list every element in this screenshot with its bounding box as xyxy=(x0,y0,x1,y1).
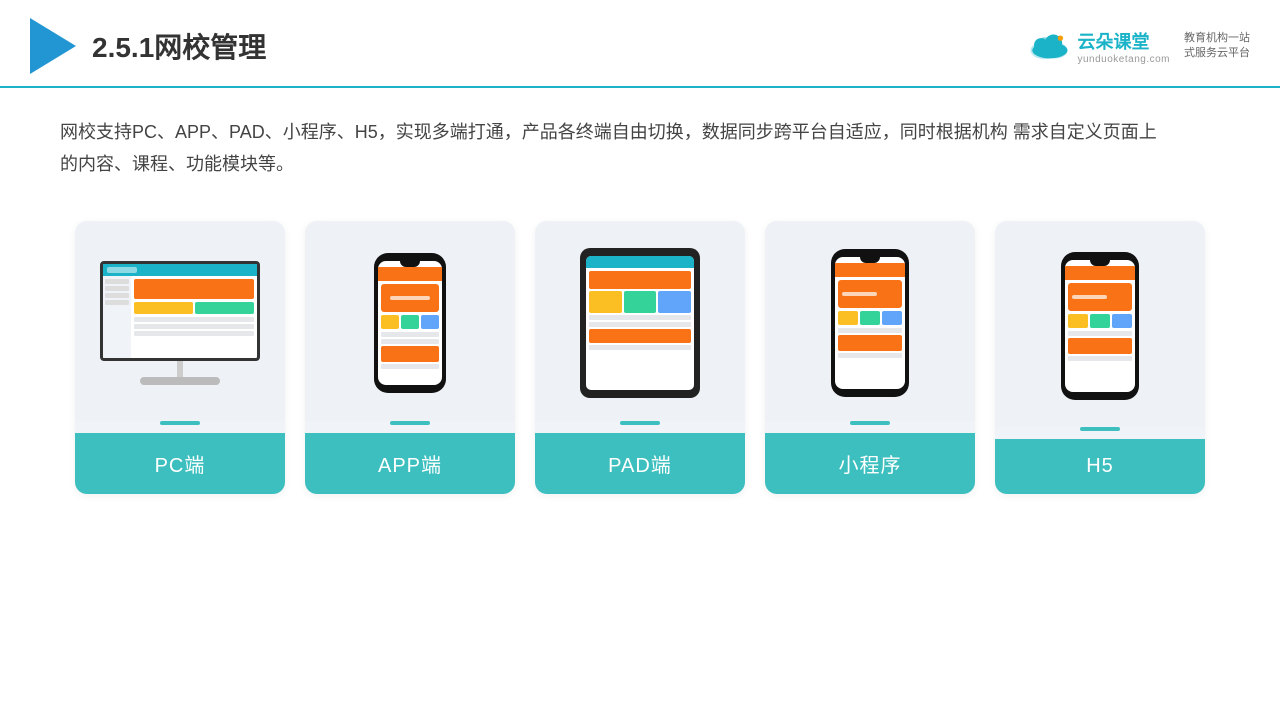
card-pad-image xyxy=(535,221,745,421)
h5-phone xyxy=(1061,252,1139,400)
logo-triangle-icon xyxy=(30,18,76,74)
page-title: 2.5.1网校管理 xyxy=(92,26,266,66)
card-pad: PAD端 xyxy=(535,221,745,494)
app-phone xyxy=(374,253,446,393)
card-app: APP端 xyxy=(305,221,515,494)
card-h5-bar xyxy=(1080,427,1120,431)
card-pc-label: PC端 xyxy=(75,433,285,494)
cloud-icon xyxy=(1027,31,1071,61)
card-app-label: APP端 xyxy=(305,433,515,494)
main-content: 网校支持PC、APP、PAD、小程序、H5，实现多端打通，产品各终端自由切换，数… xyxy=(0,88,1280,514)
card-pad-label: PAD端 xyxy=(535,433,745,494)
card-miniapp-bar xyxy=(850,421,890,425)
miniapp-phone xyxy=(831,249,909,397)
card-app-image xyxy=(305,221,515,421)
card-pc-bar xyxy=(160,421,200,425)
card-h5-label: H5 xyxy=(995,439,1205,494)
card-pc-image xyxy=(75,221,285,421)
card-miniapp-image xyxy=(765,221,975,421)
brand-logo: 云朵课堂 yunduoketang.com 教育机构一站 式服务云平台 xyxy=(1027,28,1250,65)
brand-name: 云朵课堂 xyxy=(1077,28,1170,54)
brand-slogan: 教育机构一站 式服务云平台 xyxy=(1184,31,1250,62)
pc-monitor xyxy=(100,261,260,385)
card-pad-bar xyxy=(620,421,660,425)
page-header: 2.5.1网校管理 云朵课堂 yunduoketang.com 教 xyxy=(0,0,1280,88)
cards-container: PC端 xyxy=(60,221,1220,494)
header-left: 2.5.1网校管理 xyxy=(30,18,266,74)
card-h5-image xyxy=(995,221,1205,427)
brand-url: yunduoketang.com xyxy=(1077,54,1170,65)
brand-text: 云朵课堂 yunduoketang.com xyxy=(1077,28,1170,65)
card-app-bar xyxy=(390,421,430,425)
card-h5: H5 xyxy=(995,221,1205,494)
header-right: 云朵课堂 yunduoketang.com 教育机构一站 式服务云平台 xyxy=(1027,28,1250,65)
card-pc: PC端 xyxy=(75,221,285,494)
description-text: 网校支持PC、APP、PAD、小程序、H5，实现多端打通，产品各终端自由切换，数… xyxy=(60,116,1160,181)
card-miniapp-label: 小程序 xyxy=(765,433,975,494)
card-miniapp: 小程序 xyxy=(765,221,975,494)
pad-tablet xyxy=(580,248,700,398)
